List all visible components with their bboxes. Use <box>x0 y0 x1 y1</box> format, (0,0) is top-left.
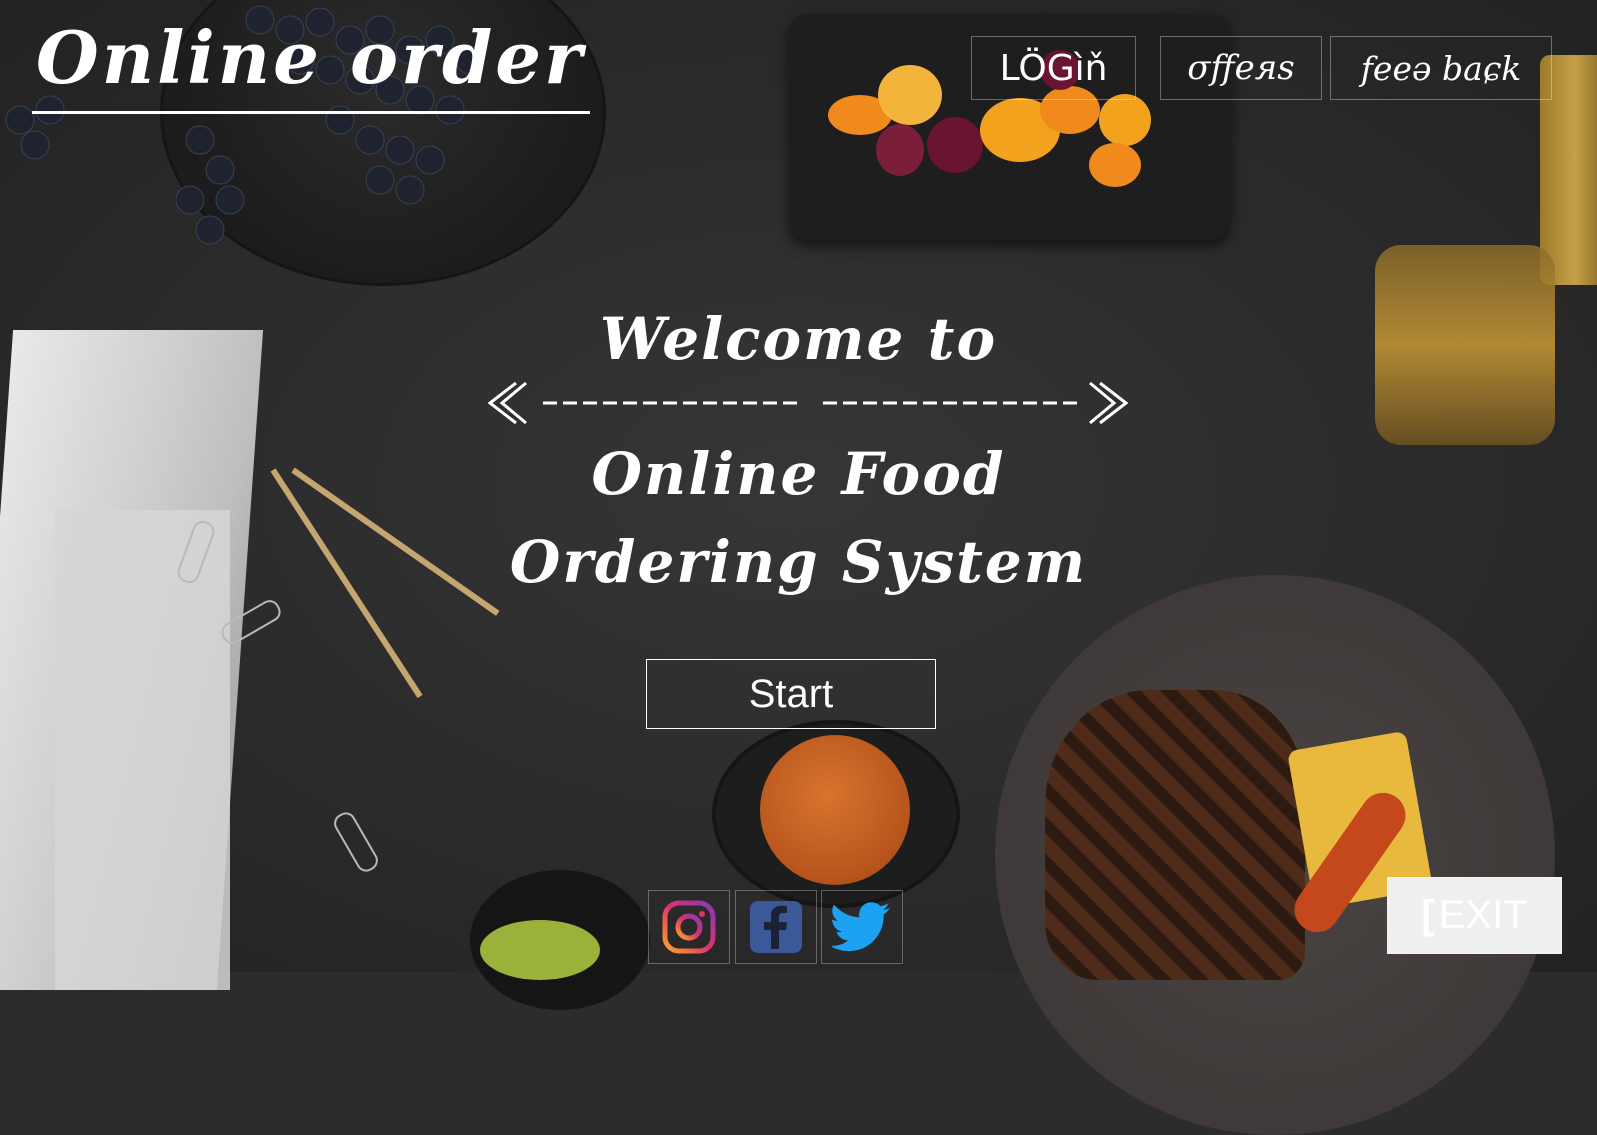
sauce <box>760 735 910 885</box>
logo-underline <box>32 111 590 114</box>
steak <box>1045 690 1305 980</box>
instagram-icon <box>662 900 716 954</box>
facebook-icon <box>750 901 802 953</box>
system-title-line2: Ordering System <box>509 528 1088 596</box>
system-title-line1: Online Food <box>591 440 1006 508</box>
arrow-divider <box>488 381 1128 425</box>
exit-button[interactable]: [ EXIT <box>1387 877 1562 954</box>
exit-icon: [ <box>1421 893 1435 937</box>
instagram-link[interactable] <box>648 890 730 964</box>
start-button[interactable]: Start <box>646 659 936 729</box>
feedback-button[interactable]: feeə baɕk <box>1330 36 1552 100</box>
twitter-icon <box>832 902 890 952</box>
app-logo: Online order <box>36 15 586 100</box>
welcome-heading: Welcome to <box>599 305 998 373</box>
twitter-link[interactable] <box>821 890 903 964</box>
offers-button[interactable]: σffeяs <box>1160 36 1322 100</box>
exit-label: EXIT <box>1438 893 1528 937</box>
login-button[interactable]: LÖGìň <box>971 36 1136 100</box>
facebook-link[interactable] <box>735 890 817 964</box>
green-sauce <box>480 920 600 980</box>
